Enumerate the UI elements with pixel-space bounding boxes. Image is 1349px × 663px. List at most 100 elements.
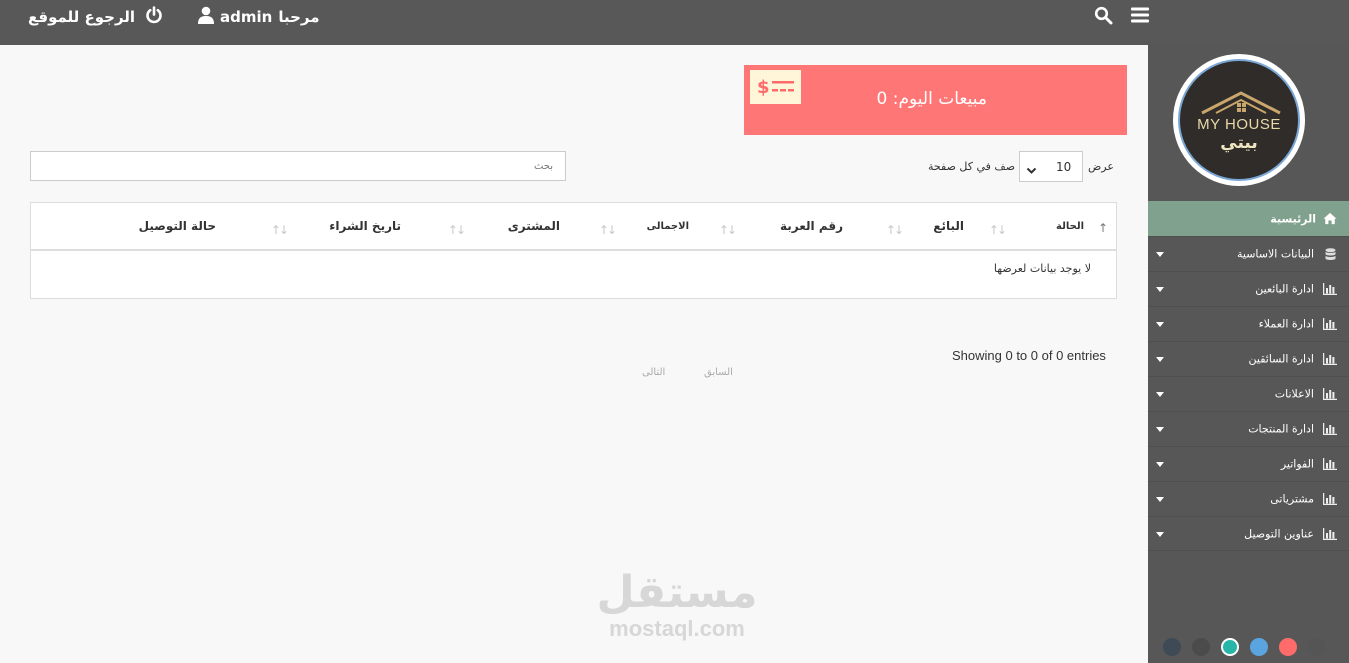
sort-icon: ↑↓ <box>270 223 289 237</box>
sidebar-item-label: الاعلانات <box>1274 387 1314 401</box>
hamburger-icon <box>1131 7 1149 27</box>
page-length-select[interactable]: 10 <box>1019 151 1083 182</box>
bar-chart-icon <box>1323 493 1337 505</box>
back-to-site-link[interactable]: الرجوع للموقع <box>28 0 135 34</box>
sort-icon: ↑↓ <box>885 223 904 237</box>
logo-text-ar: بيتي <box>1220 133 1258 153</box>
house-icon <box>1201 91 1281 115</box>
sort-icon: ↑↓ <box>598 223 617 237</box>
caret-down-icon <box>1156 322 1164 327</box>
theme-swatch-selected[interactable] <box>1221 638 1239 656</box>
theme-swatch[interactable] <box>1308 638 1326 656</box>
today-sales-label: مبيعات اليوم: 0 <box>876 89 987 109</box>
user-icon <box>198 6 214 28</box>
caret-down-icon <box>1156 357 1164 362</box>
column-header-delivery-status[interactable]: حالة التوصيل <box>139 203 216 249</box>
svg-text:$: $ <box>757 77 770 98</box>
brand-logo[interactable]: MY HOUSE بيتي <box>1173 54 1305 186</box>
table-info: Showing 0 to 0 of 0 entries <box>952 348 1106 363</box>
show-label: عرض <box>1088 160 1114 173</box>
empty-table-message: لا يوجد بيانات لعرضها <box>993 262 1091 275</box>
theme-swatch[interactable] <box>1192 638 1210 656</box>
pagination-next[interactable]: التالى <box>642 367 665 378</box>
welcome-label: مرحبا <box>278 8 320 26</box>
bar-chart-icon <box>1323 283 1337 295</box>
search-icon <box>1094 6 1113 29</box>
theme-swatch[interactable] <box>1163 638 1181 656</box>
column-header-cart-number[interactable]: رقم العربة <box>780 203 843 249</box>
caret-down-icon <box>1156 462 1164 467</box>
column-header-label: الاجمالى <box>646 220 689 232</box>
column-header-label: البائع <box>933 219 964 233</box>
sidebar-item-delivery-addresses[interactable]: عناوين التوصيل <box>1148 516 1349 551</box>
power-icon <box>145 6 163 28</box>
today-sales-card: $ مبيعات اليوم: 0 <box>744 65 1127 135</box>
menu-toggle-button[interactable] <box>1131 0 1149 34</box>
table-search-input[interactable] <box>30 151 566 181</box>
database-icon <box>1323 247 1337 260</box>
sort-icon: ↑↓ <box>718 223 737 237</box>
sidebar-item-ads[interactable]: الاعلانات <box>1148 376 1349 411</box>
money-icon: $ <box>750 70 801 104</box>
per-page-label: صف في كل صفحة <box>928 160 1016 173</box>
sidebar-item-label: ادارة البائعين <box>1255 282 1314 296</box>
column-header-buyer[interactable]: المشترى <box>508 203 560 249</box>
username: admin <box>220 8 273 26</box>
sort-asc-icon: ↑ <box>1097 221 1108 235</box>
sidebar-nav: الرئيسية البيانات الاساسية ادارة البائعي… <box>1148 201 1349 551</box>
column-header-label: حالة التوصيل <box>138 219 216 233</box>
theme-swatch[interactable] <box>1250 638 1268 656</box>
caret-down-icon <box>1156 392 1164 397</box>
logout-button[interactable] <box>145 0 163 34</box>
bar-chart-icon <box>1323 423 1337 435</box>
sidebar-item-label: البيانات الاساسية <box>1237 247 1314 261</box>
bar-chart-icon <box>1323 458 1337 470</box>
home-icon <box>1323 212 1337 225</box>
column-header-label: الحالة <box>1056 220 1084 232</box>
bar-chart-icon <box>1323 388 1337 400</box>
column-header-label: المشترى <box>507 219 560 233</box>
search-button[interactable] <box>1094 0 1113 34</box>
logo-text-en: MY HOUSE <box>1197 116 1281 133</box>
column-header-total[interactable]: الاجمالى <box>647 203 689 249</box>
orders-table: الحالة ↑ البائع ↑↓ رقم العربة ↑↓ الاجمال… <box>30 202 1117 299</box>
column-header-seller[interactable]: البائع <box>933 203 964 249</box>
sidebar-item-purchases[interactable]: مشترياتى <box>1148 481 1349 516</box>
sidebar-item-label: مشترياتى <box>1270 492 1314 506</box>
sidebar-item-label: ادارة العملاء <box>1258 317 1314 331</box>
sidebar-item-customers[interactable]: ادارة العملاء <box>1148 306 1349 341</box>
pagination-previous[interactable]: السابق <box>704 367 733 378</box>
caret-down-icon <box>1156 287 1164 292</box>
sidebar-item-sellers[interactable]: ادارة البائعين <box>1148 271 1349 306</box>
sidebar-item-label: ادارة المنتجات <box>1248 422 1314 436</box>
table-header: الحالة ↑ البائع ↑↓ رقم العربة ↑↓ الاجمال… <box>31 203 1116 251</box>
logo-badge: MY HOUSE بيتي <box>1178 59 1300 181</box>
caret-down-icon <box>1156 427 1164 432</box>
column-header-status[interactable]: الحالة <box>1056 203 1084 249</box>
chevron-down-icon <box>1026 161 1037 180</box>
caret-down-icon <box>1156 252 1164 257</box>
watermark-en: mostaql.com <box>609 616 745 641</box>
column-header-purchase-date[interactable]: تاريخ الشراء <box>329 203 401 249</box>
sidebar-item-drivers[interactable]: ادارة السائقين <box>1148 341 1349 376</box>
watermark-ar: مستقل <box>596 567 758 618</box>
column-header-label: تاريخ الشراء <box>329 219 401 233</box>
sidebar-item-label: الرئيسية <box>1270 212 1316 225</box>
sidebar-item-invoices[interactable]: الفواتير <box>1148 446 1349 481</box>
welcome-area: admin مرحبا <box>198 0 320 34</box>
sidebar-item-home[interactable]: الرئيسية <box>1148 201 1349 236</box>
column-header-label: رقم العربة <box>780 219 843 233</box>
sidebar-item-label: الفواتير <box>1280 457 1314 471</box>
page-length-value: 10 <box>1056 159 1072 174</box>
bar-chart-icon <box>1323 527 1337 540</box>
sidebar-item-products[interactable]: ادارة المنتجات <box>1148 411 1349 446</box>
theme-swatch[interactable] <box>1279 638 1297 656</box>
sidebar: MY HOUSE بيتي الرئيسية البيانات الاساسية… <box>1148 45 1349 663</box>
bar-chart-icon <box>1323 318 1337 330</box>
caret-down-icon <box>1156 497 1164 502</box>
theme-color-picker <box>1163 638 1326 656</box>
sidebar-item-label: ادارة السائقين <box>1248 352 1314 366</box>
top-bar: الرجوع للموقع admin مرحبا <box>0 0 1349 45</box>
sidebar-item-basic-data[interactable]: البيانات الاساسية <box>1148 236 1349 271</box>
bar-chart-icon <box>1323 353 1337 365</box>
